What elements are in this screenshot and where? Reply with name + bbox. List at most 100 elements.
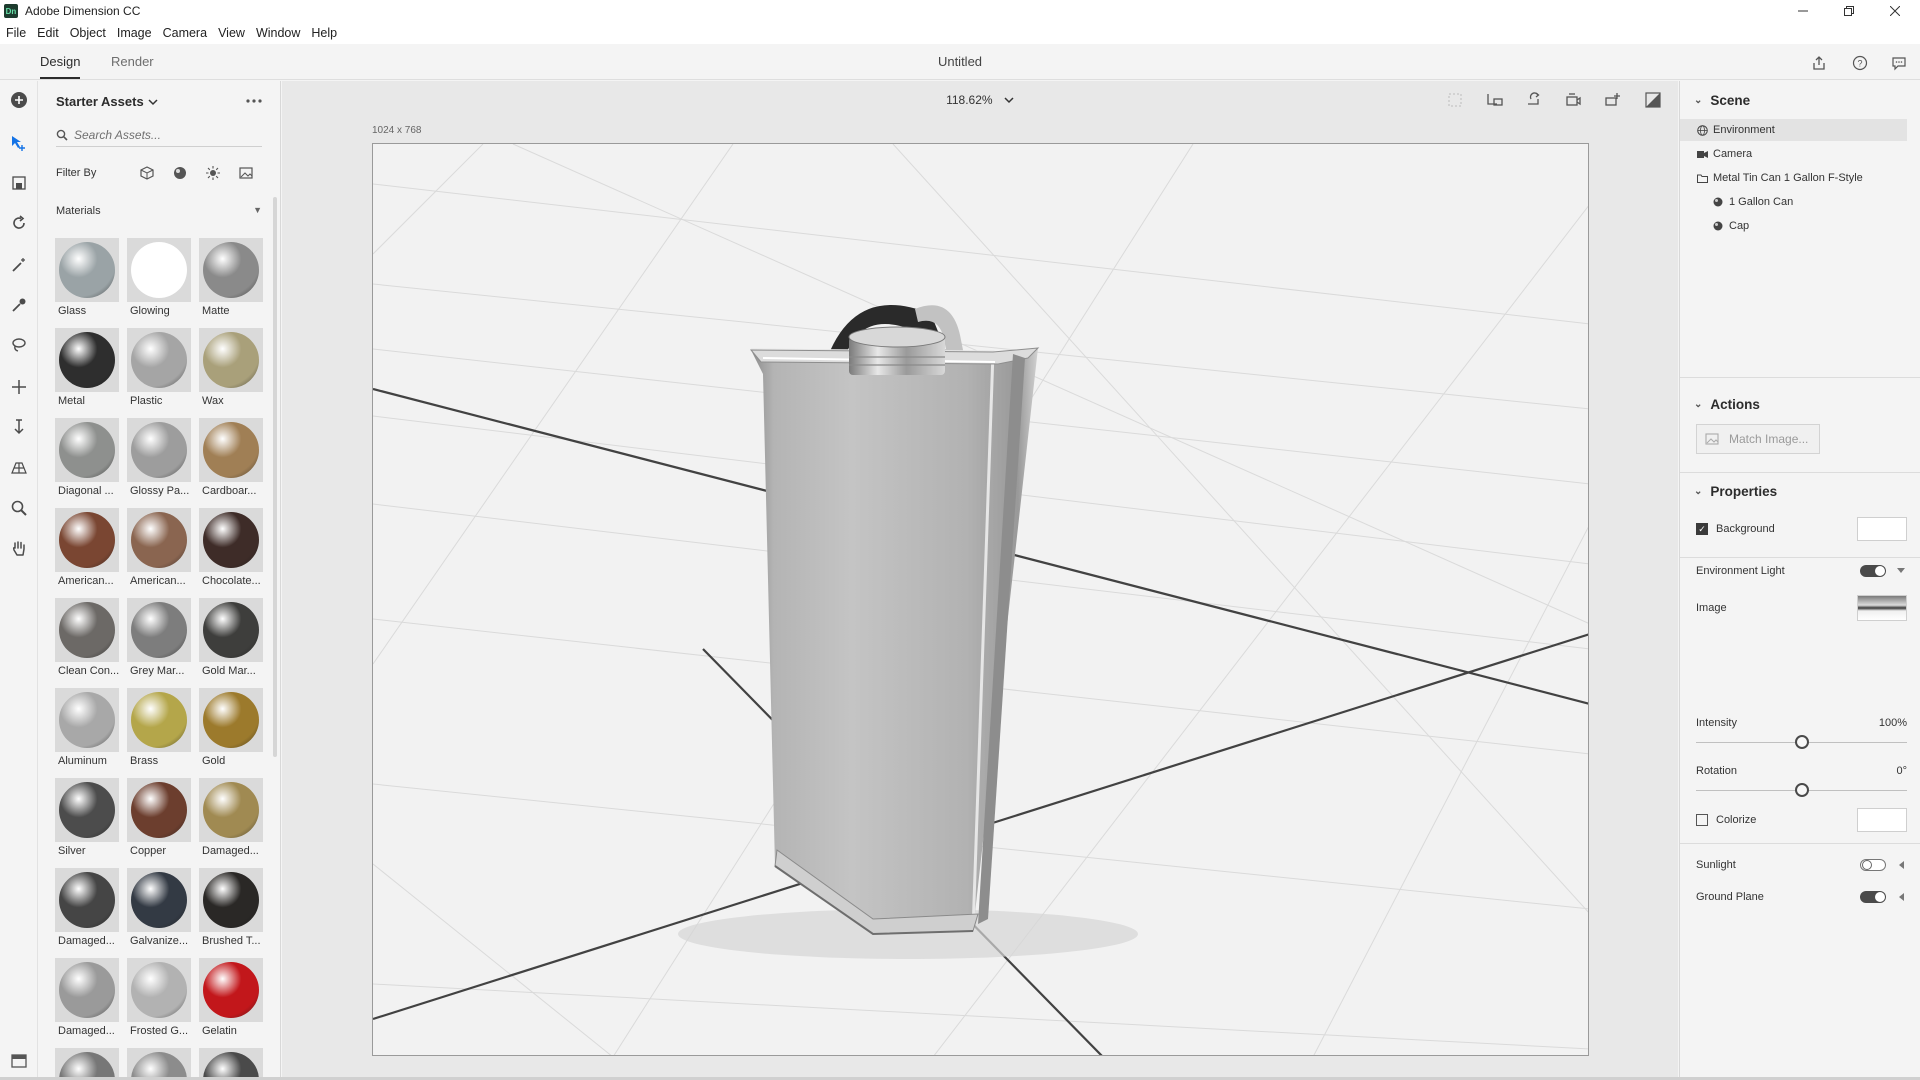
intensity-slider-knob[interactable] <box>1794 735 1809 749</box>
menu-object[interactable]: Object <box>70 26 106 40</box>
minimize-button[interactable] <box>1780 0 1826 22</box>
sunlight-toggle[interactable] <box>1860 859 1886 871</box>
material-tile[interactable]: Metal <box>55 328 119 408</box>
camera-bookmark-button[interactable] <box>1484 89 1506 111</box>
material-tile[interactable]: Matte <box>199 238 263 318</box>
material-preview-ball <box>59 242 115 298</box>
add-camera-button[interactable] <box>1602 89 1624 111</box>
material-tile[interactable]: Brass <box>127 688 191 768</box>
scene-item-metal-tin-can[interactable]: Metal Tin Can 1 Gallon F-Style <box>1680 167 1907 189</box>
material-tile[interactable]: Aluminum <box>55 688 119 768</box>
material-tile[interactable]: Damaged... <box>55 958 119 1038</box>
environment-light-toggle[interactable] <box>1860 565 1886 577</box>
more-options-button[interactable] <box>245 91 263 109</box>
material-tile[interactable]: Galvanize... <box>127 868 191 948</box>
search-input[interactable] <box>74 127 254 142</box>
material-tile[interactable]: Grey Mar... <box>127 598 191 678</box>
scene-item-camera[interactable]: Camera <box>1680 143 1907 165</box>
tab-design[interactable]: Design <box>40 54 80 69</box>
material-tile[interactable]: Cardboar... <box>199 418 263 498</box>
material-tile[interactable]: Damaged... <box>199 778 263 858</box>
scene-item-environment[interactable]: Environment <box>1680 119 1907 141</box>
material-tile[interactable]: Chocolate... <box>199 508 263 588</box>
materials-section-header[interactable]: Materials ▼ <box>56 205 262 217</box>
material-tile[interactable]: Damaged... <box>55 868 119 948</box>
lasso-tool[interactable] <box>7 333 31 357</box>
tab-render[interactable]: Render <box>111 54 154 69</box>
artboard-tool[interactable] <box>7 171 31 195</box>
share-button[interactable] <box>1808 52 1830 74</box>
material-tile[interactable]: Clean Con... <box>55 598 119 678</box>
select-tool[interactable] <box>7 131 31 155</box>
match-image-button[interactable]: Match Image... <box>1696 424 1820 454</box>
properties-section-header[interactable]: ⌄ Properties <box>1694 484 1777 499</box>
help-button[interactable]: ? <box>1849 52 1871 74</box>
scene-item-cap[interactable]: Cap <box>1680 215 1907 237</box>
undo-view-button[interactable] <box>1523 89 1545 111</box>
orbit-tool[interactable] <box>7 211 31 235</box>
menu-camera[interactable]: Camera <box>163 26 207 40</box>
filter-models-button[interactable] <box>138 164 156 182</box>
background-color-swatch[interactable] <box>1857 517 1907 541</box>
zoom-tool[interactable] <box>7 496 31 520</box>
ground-plane-toggle[interactable] <box>1860 891 1886 903</box>
filter-images-button[interactable] <box>237 164 255 182</box>
camera-view-button[interactable] <box>1562 89 1584 111</box>
material-tile[interactable]: Gold Mar... <box>199 598 263 678</box>
frame-selection-button[interactable] <box>1444 89 1466 111</box>
assets-source-dropdown[interactable]: Starter Assets <box>56 94 158 109</box>
dolly-tool[interactable] <box>7 415 31 439</box>
material-tile[interactable] <box>127 1048 191 1078</box>
dolly-arrow-icon <box>14 419 24 435</box>
colorize-color-swatch[interactable] <box>1857 808 1907 832</box>
material-tile[interactable] <box>55 1048 119 1078</box>
feedback-button[interactable] <box>1888 52 1910 74</box>
material-tile[interactable]: Plastic <box>127 328 191 408</box>
material-tile[interactable]: Glossy Pa... <box>127 418 191 498</box>
material-tile[interactable]: Wax <box>199 328 263 408</box>
material-tile[interactable]: Glass <box>55 238 119 318</box>
zoom-control[interactable]: 118.62% <box>282 93 1678 107</box>
properties-title: Properties <box>1710 484 1778 499</box>
material-tile[interactable]: Frosted G... <box>127 958 191 1038</box>
render-preview-button[interactable] <box>1642 89 1664 111</box>
background-checkbox[interactable]: ✓ <box>1696 523 1708 535</box>
hand-tool[interactable] <box>7 536 31 560</box>
material-tile[interactable]: Diagonal ... <box>55 418 119 498</box>
3d-viewport[interactable] <box>372 143 1589 1056</box>
restore-button[interactable] <box>1826 0 1872 22</box>
scene-item-1-gallon-can[interactable]: 1 Gallon Can <box>1680 191 1907 213</box>
material-preview-ball <box>59 1052 115 1078</box>
filter-lights-button[interactable] <box>204 164 222 182</box>
menu-image[interactable]: Image <box>117 26 152 40</box>
eyedropper-tool[interactable] <box>7 293 31 317</box>
assets-scrollbar[interactable] <box>273 197 277 757</box>
material-tile[interactable]: Copper <box>127 778 191 858</box>
colorize-checkbox[interactable] <box>1696 814 1708 826</box>
menu-help[interactable]: Help <box>311 26 337 40</box>
environment-image-thumbnail[interactable] <box>1857 595 1907 621</box>
panel-toggle-button[interactable] <box>8 1050 30 1072</box>
background-row: ✓ Background <box>1696 517 1907 541</box>
material-tile[interactable]: American... <box>55 508 119 588</box>
material-tile[interactable] <box>199 1048 263 1078</box>
material-tile[interactable]: American... <box>127 508 191 588</box>
scene-section-header[interactable]: ⌄ Scene <box>1694 93 1750 108</box>
add-button[interactable] <box>7 88 31 112</box>
menu-edit[interactable]: Edit <box>37 26 59 40</box>
material-tile[interactable]: Gelatin <box>199 958 263 1038</box>
menu-view[interactable]: View <box>218 26 245 40</box>
menu-file[interactable]: File <box>6 26 26 40</box>
filter-materials-button[interactable] <box>171 164 189 182</box>
material-tile[interactable]: Gold <box>199 688 263 768</box>
horizon-tool[interactable] <box>7 455 31 479</box>
material-tile[interactable]: Glowing <box>127 238 191 318</box>
magic-wand-tool[interactable] <box>7 253 31 277</box>
close-button[interactable] <box>1872 0 1918 22</box>
rotation-slider-knob[interactable] <box>1794 783 1809 797</box>
actions-section-header[interactable]: ⌄ Actions <box>1694 397 1760 412</box>
pan-axis-tool[interactable] <box>7 375 31 399</box>
material-tile[interactable]: Silver <box>55 778 119 858</box>
material-tile[interactable]: Brushed T... <box>199 868 263 948</box>
menu-window[interactable]: Window <box>256 26 300 40</box>
